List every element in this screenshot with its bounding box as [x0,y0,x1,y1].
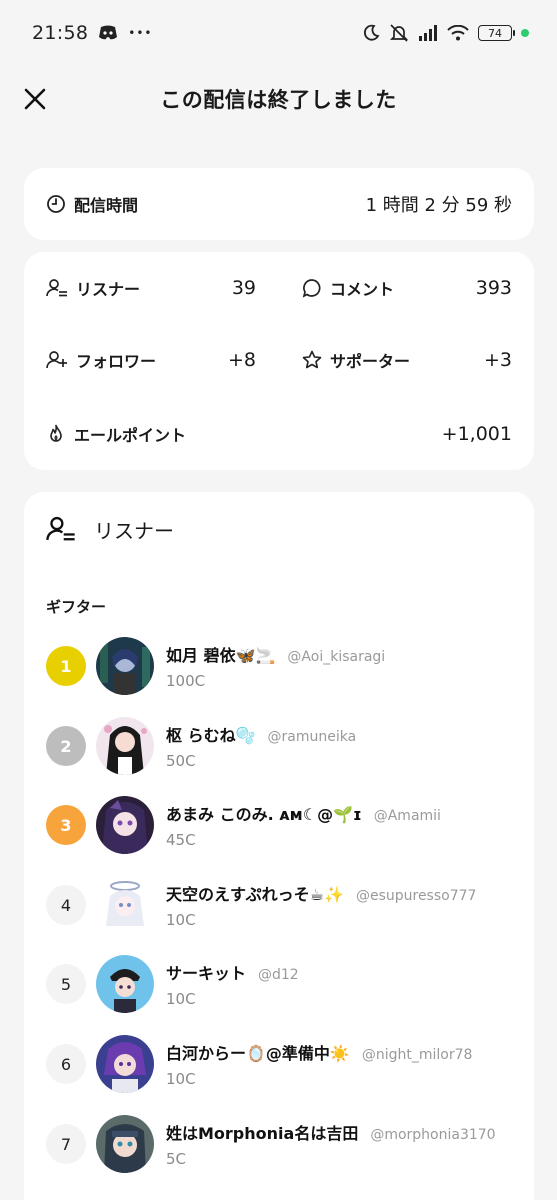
gifter-coins: 45C [166,831,196,849]
stat-listeners: リスナー 39 [46,268,256,308]
more-dots: ••• [128,26,153,40]
stat-supporters-label: サポーター [330,352,411,371]
stat-comments-label: コメント [330,280,395,299]
gifter-coins: 100C [166,672,206,690]
gifter-name: サーキット [166,964,247,983]
stats-card: リスナー 39 コメント 393 フォロワー +8 サポーター +3 エールポイ… [24,252,534,470]
gifters-label: ギフター [46,598,107,616]
person-add-icon [46,350,68,370]
signal-icon [418,25,438,41]
stat-comments-value: 393 [475,277,512,299]
avatar[interactable] [96,796,154,854]
star-icon [302,350,322,370]
stat-listeners-label: リスナー [76,280,141,299]
header: この配信は終了しました [0,66,557,132]
gifter-coins: 50C [166,752,196,770]
duration-label: 配信時間 [74,196,139,215]
gifter-name: 如月 碧依🦋🚬 [166,646,276,665]
stat-followers: フォロワー +8 [46,340,256,380]
gifter-name: 天空のえすぷれっそ☕✨ [166,885,344,904]
stat-supporters: サポーター +3 [302,340,512,380]
gifter-handle: @morphonia3170 [370,1127,496,1143]
gifter-coins: 10C [166,911,196,929]
gifter-handle: @d12 [258,967,299,983]
gifter-row[interactable]: 1 如月 碧依🦋🚬 @Aoi_kisaragi 100C [46,635,516,697]
stat-followers-label: フォロワー [76,352,157,371]
avatar[interactable] [96,717,154,775]
gifter-name: 姓はMorphonia名は吉田 [166,1124,359,1143]
rank-badge: 4 [46,885,86,925]
rank-badge: 1 [46,646,86,686]
gifter-name: あまみ このみ. ᴀᴍ☾@🌱ɪ [166,805,362,824]
gifter-handle: @Amamii [373,808,441,824]
gifter-handle: @night_milor78 [361,1047,473,1063]
gifter-coins: 10C [166,1070,196,1088]
gifter-handle: @Aoi_kisaragi [287,649,386,665]
gifter-handle: @ramuneika [267,729,357,745]
duration-card: 配信時間 1 時間 2 分 59 秒 [24,168,534,240]
gifter-row[interactable]: 5 サーキット @d12 10C [46,953,516,1015]
listeners-header: リスナー [46,514,174,544]
gifter-handle: @esupuresso777 [355,888,477,904]
status-bar: 21:58 ••• 74 [0,0,557,66]
stat-yell-points-label: エールポイント [74,426,187,445]
gifter-coins: 5C [166,1150,187,1168]
stat-yell-points: エールポイント +1,001 [46,414,512,454]
moon-icon [362,24,380,42]
gifter-row[interactable]: 2 枢 らむね🫧 @ramuneika 50C [46,715,516,777]
flame-icon [46,424,66,444]
close-icon [24,88,46,110]
gifter-name: 枢 らむね🫧 [166,726,256,745]
mute-icon [389,23,409,43]
gifter-row[interactable]: 3 あまみ このみ. ᴀᴍ☾@🌱ɪ @Amamii 45C [46,794,516,856]
battery-level: 74 [488,26,502,40]
gifter-coins: 10C [166,990,196,1008]
privacy-indicator-dot [521,29,529,37]
listeners-title: リスナー [94,518,174,543]
gifter-row[interactable]: 7 姓はMorphonia名は吉田 @morphonia3170 5C [46,1113,516,1175]
gifter-row[interactable]: 4 天空のえすぷれっそ☕✨ @esupuresso777 10C [46,874,516,936]
stat-supporters-value: +3 [483,349,512,371]
clock-icon [46,194,66,214]
person-list-icon [46,278,68,298]
avatar[interactable] [96,955,154,1013]
stat-listeners-value: 39 [231,277,256,299]
discord-icon [98,25,118,41]
person-list-icon [46,514,76,544]
avatar[interactable] [96,1035,154,1093]
gifter-name: 白河からー🪞@準備中☀️ [166,1044,350,1063]
avatar[interactable] [96,1115,154,1173]
page-title: この配信は終了しました [160,88,397,112]
avatar[interactable] [96,876,154,934]
status-time: 21:58 [32,22,89,44]
stat-followers-value: +8 [227,349,256,371]
rank-badge: 5 [46,964,86,1004]
avatar[interactable] [96,637,154,695]
rank-badge: 3 [46,805,86,845]
stat-comments: コメント 393 [302,268,512,308]
stat-yell-points-value: +1,001 [441,423,512,445]
listeners-card: リスナー ギフター 1 如月 碧依🦋🚬 @Aoi_kisaragi 100C 2… [24,492,534,1200]
rank-badge: 2 [46,726,86,766]
duration-value: 1 時間 2 分 59 秒 [365,195,512,216]
speech-bubble-icon [302,278,322,298]
wifi-icon [447,25,469,41]
battery-icon: 74 [478,25,515,41]
close-button[interactable] [20,84,50,114]
gifter-row[interactable]: 6 白河からー🪞@準備中☀️ @night_milor78 10C [46,1033,516,1095]
rank-badge: 6 [46,1044,86,1084]
rank-badge: 7 [46,1124,86,1164]
